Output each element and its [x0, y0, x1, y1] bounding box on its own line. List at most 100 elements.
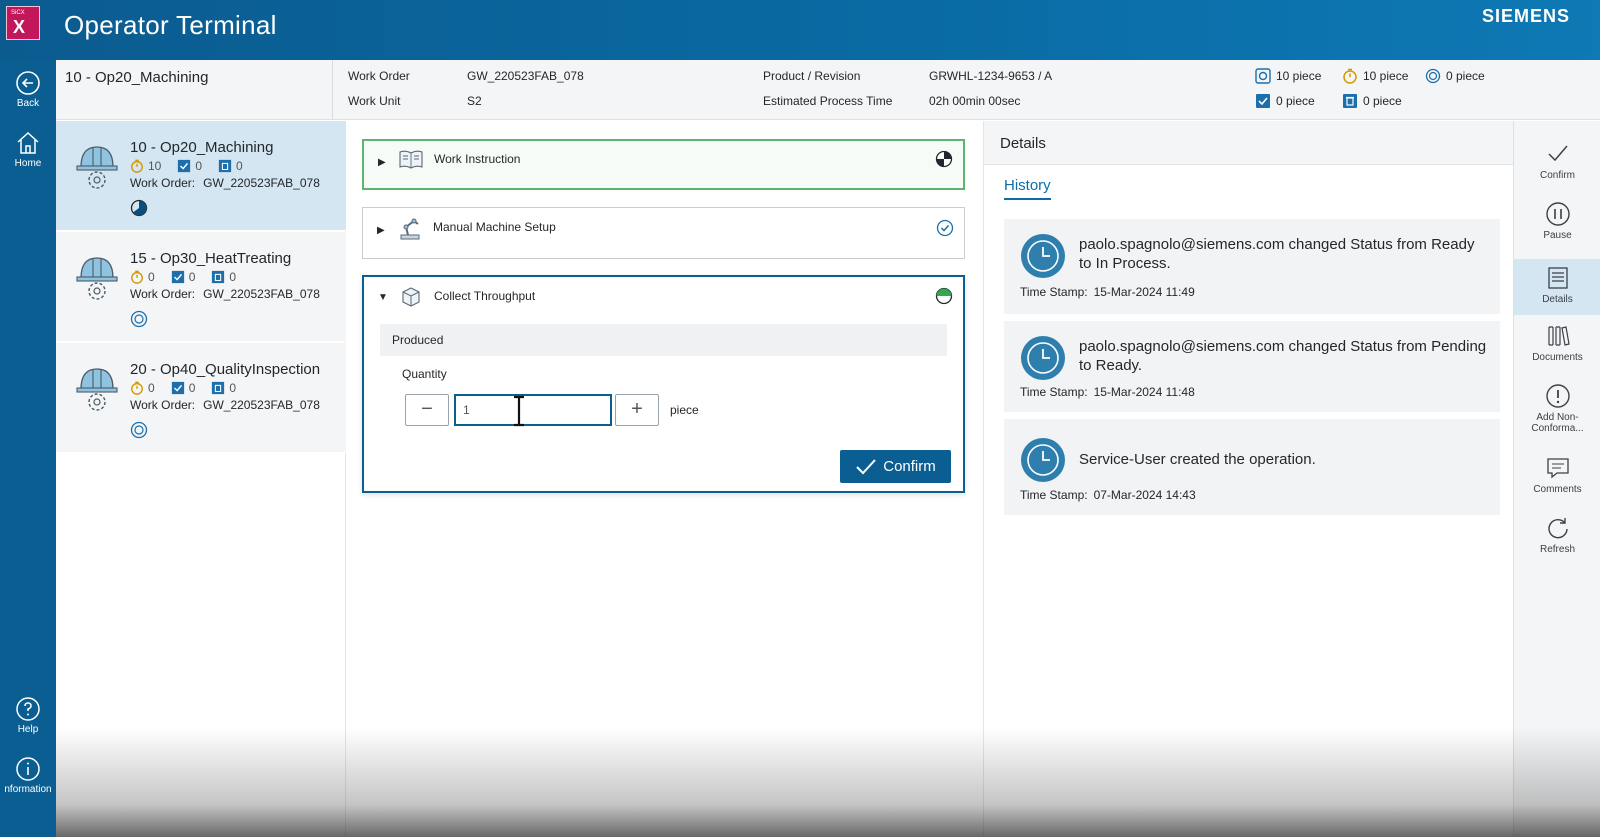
- pause-icon: [1545, 202, 1570, 226]
- home-label: Home: [14, 158, 42, 169]
- good-check-icon: [171, 270, 184, 284]
- comment-bubble-icon: [1546, 458, 1569, 479]
- app-logo-small-text: SiCX: [11, 10, 25, 16]
- tab-history[interactable]: History: [1004, 177, 1051, 200]
- expand-caret-icon[interactable]: ▶: [377, 225, 385, 236]
- action-pause-button[interactable]: Pause: [1514, 201, 1600, 251]
- action-confirm-button[interactable]: Confirm: [1514, 141, 1600, 191]
- scrap-bin-icon: [212, 381, 225, 395]
- left-nav: Back Home Help nformation: [0, 60, 56, 837]
- checkmark-icon: [1547, 145, 1568, 162]
- work-order-label: Work Order:: [130, 398, 196, 412]
- timestamp-label: Time Stamp:: [1020, 285, 1088, 299]
- confirm-label: Confirm: [883, 458, 936, 475]
- details-title: Details: [1000, 135, 1046, 152]
- action-label: Documents: [1532, 352, 1583, 363]
- ready-status-icon: [130, 421, 148, 439]
- history-timestamp: Time Stamp: 07-Mar-2024 14:43: [1020, 488, 1196, 502]
- home-button[interactable]: Home: [0, 130, 56, 169]
- action-comments-button[interactable]: Comments: [1514, 455, 1600, 505]
- history-entry: Service-User created the operation. Time…: [1004, 419, 1500, 515]
- action-label: Comments: [1533, 484, 1582, 495]
- product-revision-value: GRWHL-1234-9653 / A: [929, 69, 1053, 83]
- book-icon: [399, 150, 423, 169]
- good-check-icon: [1256, 94, 1270, 108]
- operation-item-op40[interactable]: 20 - Op40_QualityInspection 0 0 0 Work O…: [56, 343, 346, 453]
- operation-name: 15 - Op30_HeatTreating: [130, 250, 292, 267]
- checkmark-icon: [856, 458, 876, 474]
- work-order-value: GW_220523FAB_078: [203, 398, 320, 412]
- quantity-decrement-button[interactable]: −: [405, 394, 449, 426]
- documents-books-icon: [1547, 326, 1570, 346]
- action-label: Refresh: [1539, 544, 1575, 555]
- header-divider: [332, 60, 333, 120]
- operation-scrap-count: 0: [229, 381, 237, 395]
- operation-header: 10 - Op20_Machining Work Order GW_220523…: [56, 60, 1600, 120]
- stopwatch-icon: [131, 381, 143, 395]
- collapse-caret-icon[interactable]: ▼: [378, 292, 388, 303]
- scrap-bin-icon: [1343, 94, 1357, 108]
- expand-caret-icon[interactable]: ▶: [378, 157, 386, 168]
- stat-planned-value: 10 piece: [1276, 69, 1322, 83]
- stat-produced: 10 piece: [1342, 68, 1408, 84]
- stat-pending: 0 piece: [1425, 68, 1485, 84]
- timestamp-label: Time Stamp:: [1020, 385, 1088, 399]
- in-process-status-icon: [130, 199, 148, 217]
- operation-work-order: Work Order: GW_220523FAB_078: [130, 398, 320, 412]
- information-label: nformation: [4, 784, 52, 795]
- step-collect-throughput: ▼ Collect Throughput Produced Quantity −…: [362, 275, 965, 493]
- details-panel: Details History paolo.spagnolo@siemens.c…: [983, 121, 1514, 837]
- operation-name: 10 - Op20_Machining: [130, 139, 274, 156]
- operation-work-order: Work Order: GW_220523FAB_078: [130, 176, 320, 190]
- quantity-unit: piece: [670, 403, 699, 417]
- action-refresh-button[interactable]: Refresh: [1514, 515, 1600, 565]
- action-label: Conforma...: [1531, 423, 1584, 434]
- product-revision-label: Product / Revision: [763, 69, 861, 83]
- confirm-quantity-button[interactable]: Confirm: [840, 450, 951, 483]
- stat-planned: 10 piece: [1255, 68, 1321, 84]
- action-documents-button[interactable]: Documents: [1514, 323, 1600, 373]
- history-text: paolo.spagnolo@siemens.com changed Statu…: [1079, 236, 1475, 272]
- operation-scrap-count: 0: [236, 159, 243, 173]
- step-title: Work Instruction: [434, 152, 521, 166]
- work-order-value: GW_220523FAB_078: [203, 176, 320, 190]
- operation-counts: 0 0 0: [130, 381, 236, 395]
- estimated-time-label: Estimated Process Time: [763, 94, 893, 108]
- info-icon: [16, 757, 40, 781]
- work-steps-panel: ▶ Work Instruction ▶ Manual Machine Setu…: [346, 121, 982, 837]
- information-button[interactable]: nformation: [0, 756, 56, 795]
- step-work-instruction[interactable]: ▶ Work Instruction: [362, 139, 965, 190]
- action-add-nonconformance-button[interactable]: Add Non- Conforma...: [1514, 383, 1600, 445]
- work-order-label: Work Order: [348, 69, 410, 83]
- back-button[interactable]: Back: [0, 70, 56, 109]
- work-unit-value: S2: [467, 94, 482, 108]
- brand-logo: SIEMENS: [1481, 6, 1570, 26]
- operation-timer-count: 0: [148, 270, 155, 284]
- operation-item-op20[interactable]: 10 - Op20_Machining 10 0 0 Work Order: GW…: [56, 121, 346, 231]
- work-unit-label: Work Unit: [348, 94, 401, 108]
- scrap-bin-icon: [212, 270, 225, 284]
- step-title: Manual Machine Setup: [433, 220, 556, 234]
- operation-timer-count: 0: [148, 381, 155, 395]
- refresh-icon: [1547, 518, 1568, 539]
- quantity-input[interactable]: [454, 394, 612, 426]
- stat-pending-value: 0 piece: [1446, 69, 1485, 83]
- action-details-button[interactable]: Details: [1514, 259, 1600, 315]
- alert-icon: [1545, 384, 1570, 408]
- help-button[interactable]: Help: [0, 696, 56, 735]
- timestamp-value: 07-Mar-2024 14:43: [1093, 488, 1196, 502]
- back-arrow-icon: [16, 71, 40, 95]
- work-order-label: Work Order:: [130, 176, 196, 190]
- operation-title: 10 - Op20_Machining: [65, 69, 209, 86]
- operator-helmet-icon: [76, 146, 118, 189]
- step-manual-machine-setup[interactable]: ▶ Manual Machine Setup: [362, 207, 965, 259]
- history-timestamp: Time Stamp: 15-Mar-2024 11:48: [1020, 385, 1195, 399]
- quantity-increment-button[interactable]: +: [615, 394, 659, 426]
- estimated-time-value: 02h 00min 00sec: [929, 94, 1021, 108]
- timestamp-value: 15-Mar-2024 11:49: [1093, 285, 1195, 299]
- history-clock-icon: [1021, 336, 1065, 380]
- back-label: Back: [16, 98, 40, 109]
- operation-item-op30[interactable]: 15 - Op30_HeatTreating 0 0 0 Work Order:…: [56, 232, 346, 342]
- operation-timer-count: 10: [148, 159, 162, 173]
- half-complete-status-icon: [935, 287, 953, 305]
